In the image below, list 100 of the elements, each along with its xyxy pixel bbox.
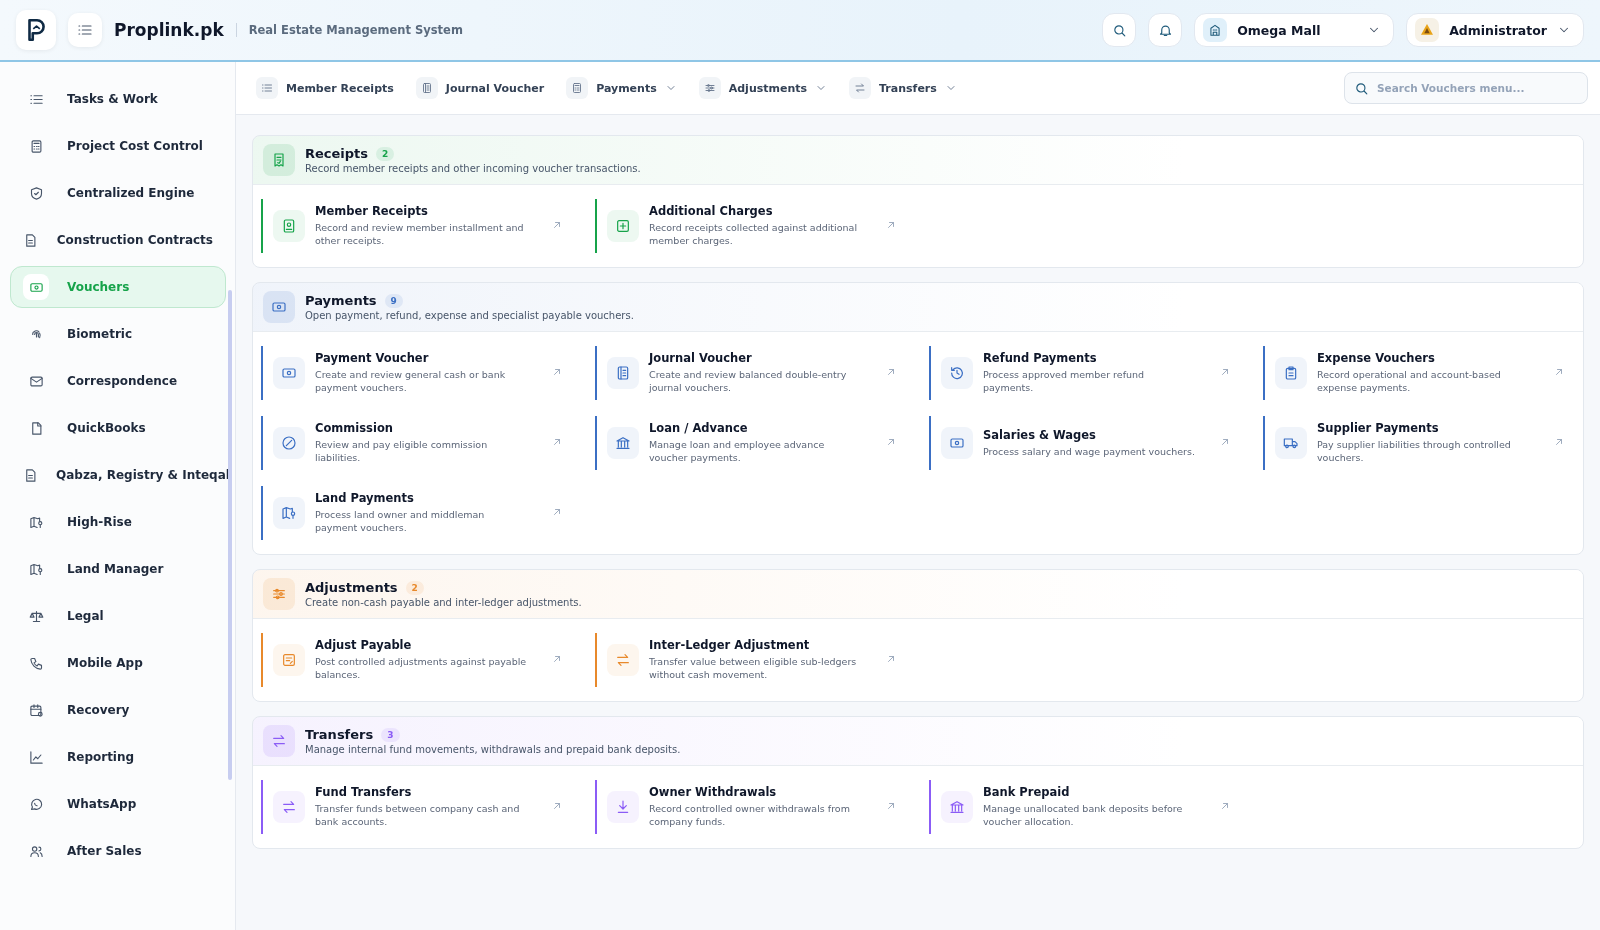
- sidebar-item[interactable]: QuickBooks: [10, 407, 226, 449]
- map-pin-icon: [28, 561, 44, 577]
- count-badge: 9: [384, 293, 403, 308]
- phone-icon: [28, 655, 44, 671]
- swap-icon: [281, 799, 297, 815]
- sidebar-item[interactable]: High-Rise: [10, 501, 226, 543]
- voucher-link[interactable]: Payment Voucher Create and review general cash or bank payment vouchers.: [261, 346, 573, 400]
- section-description: Create non-cash payable and inter-ledger adjustments.: [305, 597, 582, 608]
- voucher-link[interactable]: Land Payments Process land owner and middleman payment vouchers.: [261, 486, 573, 540]
- download-icon: [615, 799, 631, 815]
- calculator-icon: [28, 138, 44, 154]
- voucher-link[interactable]: Salaries & Wages Process salary and wage payment vouchers.: [929, 416, 1241, 470]
- menu-button[interactable]: [68, 13, 102, 47]
- menu-tab[interactable]: Payments: [566, 77, 677, 99]
- sidebar-item[interactable]: Centralized Engine: [10, 172, 226, 214]
- id-card-icon: [281, 218, 297, 234]
- sliders-icon: [703, 82, 716, 94]
- shield-icon: [28, 185, 44, 201]
- sidebar-item[interactable]: Land Manager: [10, 548, 226, 590]
- project-selector[interactable]: Omega Mall: [1194, 13, 1395, 47]
- scrollbar[interactable]: [228, 290, 232, 780]
- section-title: Adjustments: [305, 580, 398, 595]
- voucher-link[interactable]: Loan / Advance Manage loan and employee advance voucher payments.: [595, 416, 907, 470]
- voucher-link[interactable]: Commission Review and pay eligible commission liabilities.: [261, 416, 573, 470]
- clipboard-icon: [1283, 365, 1299, 381]
- menu-tab[interactable]: Transfers: [849, 77, 957, 99]
- banknote-icon: [271, 299, 287, 315]
- brand-name: Proplink.pk: [114, 20, 224, 40]
- avatar-icon: [1419, 22, 1436, 38]
- chart-icon: [28, 749, 44, 765]
- banknote-icon: [949, 435, 965, 451]
- bank-icon: [949, 799, 965, 815]
- bank-icon: [615, 435, 631, 451]
- journal-icon: [615, 365, 631, 381]
- menu-tab[interactable]: Adjustments: [698, 77, 828, 99]
- banknote-icon: [281, 365, 297, 381]
- map-pin-icon: [28, 514, 44, 530]
- sidebar-item[interactable]: Mobile App: [10, 642, 226, 684]
- swap-icon: [615, 652, 631, 668]
- voucher-link[interactable]: Inter-Ledger Adjustment Transfer value between eligible sub-ledgers without cash movement.: [595, 633, 907, 687]
- sidebar-item[interactable]: After Sales: [10, 830, 226, 872]
- voucher-link[interactable]: Bank Prepaid Manage unallocated bank deposits before voucher allocation.: [929, 780, 1241, 834]
- section-description: Record member receipts and other incoming voucher transactions.: [305, 163, 641, 174]
- logo-icon[interactable]: [16, 10, 56, 50]
- sidebar-item[interactable]: Project Cost Control: [10, 125, 226, 167]
- sidebar-item[interactable]: Correspondence: [10, 360, 226, 402]
- calendar-icon: [28, 702, 44, 718]
- sidebar-item[interactable]: Recovery: [10, 689, 226, 731]
- notifications-button[interactable]: [1148, 13, 1183, 47]
- users-icon: [28, 843, 44, 859]
- receipt-icon: [271, 152, 287, 168]
- plus-icon: [615, 218, 631, 234]
- menu-icon: [77, 22, 93, 38]
- scale-icon: [28, 608, 44, 624]
- truck-icon: [1283, 435, 1299, 451]
- sidebar-item[interactable]: Tasks & Work: [10, 78, 226, 120]
- sidebar-item[interactable]: Qabza, Registry & Inteqal: [10, 454, 226, 496]
- bell-icon: [1157, 22, 1173, 38]
- sidebar-item[interactable]: WhatsApp: [10, 783, 226, 825]
- section-title: Payments: [305, 293, 377, 308]
- document-icon: [23, 232, 39, 248]
- sidebar-item[interactable]: Legal: [10, 595, 226, 637]
- edit-icon: [281, 652, 297, 668]
- menu-tab[interactable]: Member Receipts: [256, 77, 394, 99]
- building-icon: [1208, 23, 1223, 37]
- voucher-link[interactable]: Supplier Payments Pay supplier liabilities through controlled vouchers.: [1263, 416, 1575, 470]
- journal-icon: [420, 82, 433, 94]
- sidebar-item[interactable]: Construction Contracts: [10, 219, 226, 261]
- voucher-link[interactable]: Additional Charges Record receipts collected against additional member charges.: [595, 199, 907, 253]
- search-icon: [1111, 22, 1127, 38]
- document-icon: [23, 467, 38, 483]
- sliders-icon: [271, 586, 287, 602]
- history-icon: [949, 365, 965, 381]
- voucher-link[interactable]: Owner Withdrawals Record controlled owner withdrawals from company funds.: [595, 780, 907, 834]
- search-field[interactable]: Search Vouchers menu...: [1344, 72, 1588, 104]
- section-title: Receipts: [305, 146, 369, 161]
- mail-icon: [28, 373, 44, 389]
- voucher-link[interactable]: Expense Vouchers Record operational and account-based expense payments.: [1263, 346, 1575, 400]
- voucher-link[interactable]: Member Receipts Record and review member installment and other receipts.: [261, 199, 573, 253]
- voucher-link[interactable]: Adjust Payable Post controlled adjustments against payable balances.: [261, 633, 573, 687]
- swap-icon: [271, 733, 287, 749]
- section-title: Transfers: [305, 727, 374, 742]
- count-badge: 2: [376, 146, 395, 161]
- map-pin-icon: [281, 505, 297, 521]
- section-description: Manage internal fund movements, withdrawals and prepaid bank deposits.: [305, 744, 681, 755]
- user-menu[interactable]: Administrator: [1406, 13, 1584, 47]
- search-button[interactable]: [1102, 13, 1137, 47]
- voucher-link[interactable]: Journal Voucher Create and review balanced double-entry journal vouchers.: [595, 346, 907, 400]
- chat-icon: [28, 796, 44, 812]
- calculator-icon: [571, 82, 584, 94]
- sidebar-item[interactable]: Reporting: [10, 736, 226, 778]
- count-badge: 3: [381, 727, 400, 742]
- app-subtitle: Real Estate Management System: [235, 23, 463, 37]
- sidebar-item[interactable]: Biometric: [10, 313, 226, 355]
- count-badge: 2: [405, 580, 424, 595]
- voucher-link[interactable]: Refund Payments Process approved member refund payments.: [929, 346, 1241, 400]
- list-icon: [261, 82, 273, 94]
- menu-tab[interactable]: Journal Voucher: [415, 77, 545, 99]
- voucher-link[interactable]: Fund Transfers Transfer funds between company cash and bank accounts.: [261, 780, 573, 834]
- section-description: Open payment, refund, expense and specialist payable vouchers.: [305, 310, 634, 321]
